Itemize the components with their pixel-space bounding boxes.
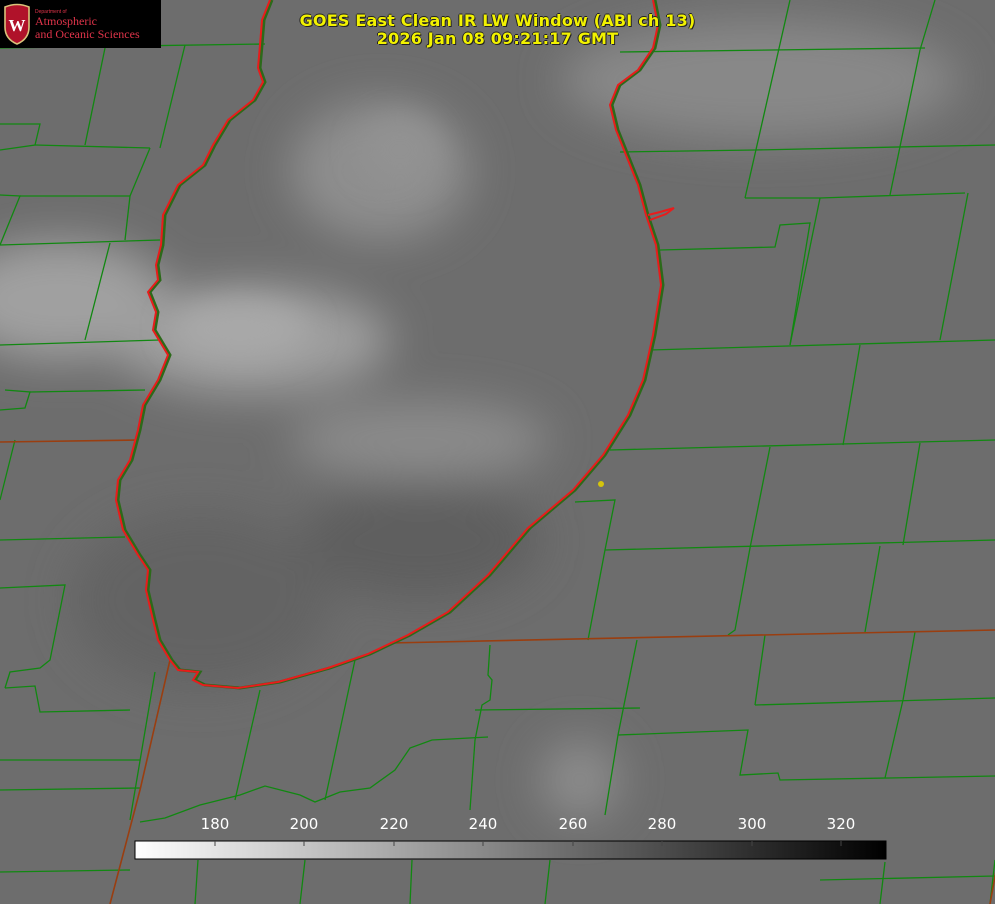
colorbar-tick-label: 300 [737,815,767,833]
colorbar-tick-label: 320 [826,815,856,833]
colorbar-tick-label: 200 [289,815,319,833]
image-title: GOES East Clean IR LW Window (ABI ch 13) [299,11,696,30]
image-timestamp: 2026 Jan 08 09:21:17 GMT [376,29,619,48]
satellite-image-viewer: W Department of Atmospheric and Oceanic … [0,0,995,904]
satellite-map [0,0,995,904]
colorbar-tick-label: 220 [379,815,409,833]
colorbar-tick-label: 240 [468,815,498,833]
site-marker [598,481,604,487]
colorbar-tick-label: 280 [647,815,677,833]
colorbar [134,840,887,860]
colorbar-tick-label: 180 [200,815,230,833]
colorbar-tick-label: 260 [558,815,588,833]
